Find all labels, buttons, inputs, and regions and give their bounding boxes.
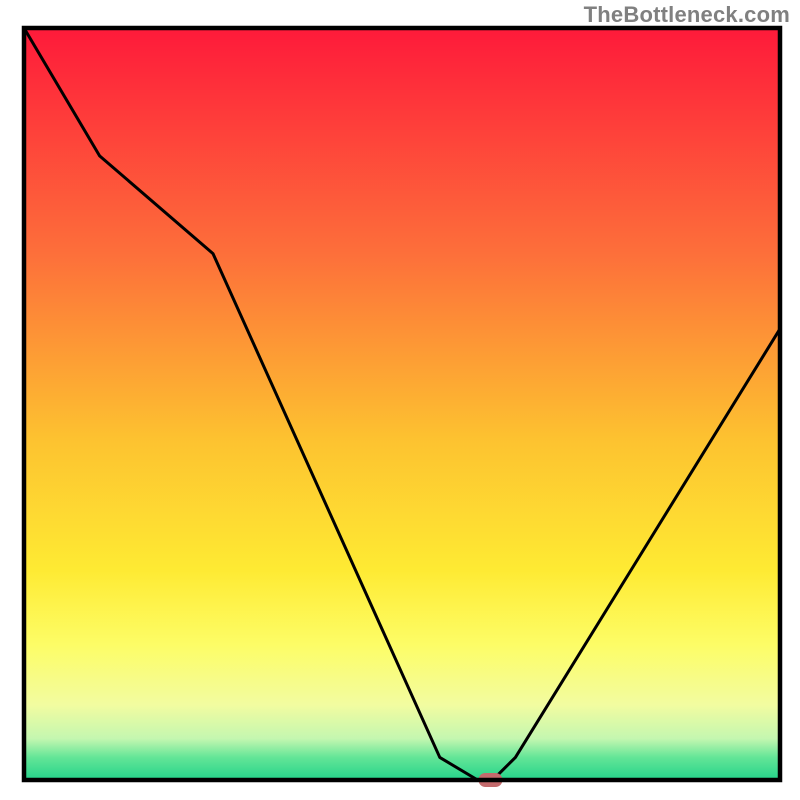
bottleneck-chart [0,0,800,800]
plot-background [24,28,780,780]
chart-frame: TheBottleneck.com [0,0,800,800]
